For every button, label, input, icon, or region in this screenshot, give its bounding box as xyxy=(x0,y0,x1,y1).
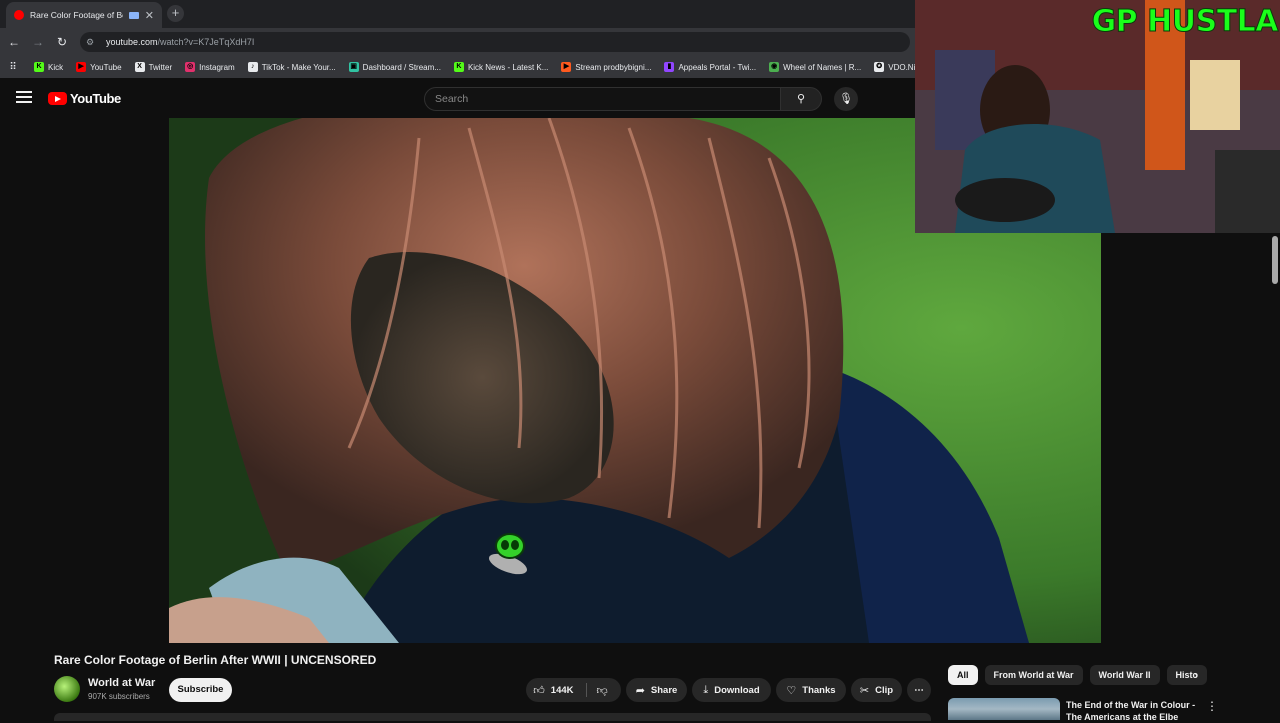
like-count[interactable]: 144K xyxy=(551,685,574,696)
reload-icon[interactable]: ↻ xyxy=(54,34,70,50)
vertical-dots-icon[interactable]: ⋮ xyxy=(1206,699,1218,713)
subscribe-button[interactable]: Subscribe xyxy=(169,678,232,702)
filter-chip[interactable]: World War II xyxy=(1089,665,1160,685)
more-actions-button[interactable]: ⋯ xyxy=(907,678,931,702)
streamer-name: GP HUSTLA xyxy=(1091,4,1279,40)
clip-label: Clip xyxy=(875,684,894,696)
bookmark-label: Stream prodbybigni... xyxy=(575,62,652,72)
download-icon: ⤓ xyxy=(703,683,709,696)
like-dislike-group: 👍︎ 144K 👎︎ xyxy=(526,678,621,702)
bookmark-label: Wheel of Names | R... xyxy=(783,62,862,72)
bookmark-item[interactable]: K Kick News - Latest K... xyxy=(453,62,549,72)
address-bar[interactable]: ⚙ youtube.com/watch?v=K7JeTqXdH7I xyxy=(80,32,910,52)
instagram-icon: ◎ xyxy=(185,62,196,72)
url-path: /watch?v=K7JeTqXdH7I xyxy=(157,37,255,47)
back-arrow-icon[interactable]: ← xyxy=(6,34,22,50)
site-info-icon[interactable]: ⚙ xyxy=(86,37,100,48)
vdo-ninja-icon: ✪ xyxy=(874,62,885,72)
bookmark-item[interactable]: ♪ TikTok - Make Your... xyxy=(247,62,336,72)
search-button[interactable]: ⚲ xyxy=(780,87,822,111)
menu-hamburger-icon[interactable] xyxy=(16,91,32,105)
alien-dj-sticker-icon xyxy=(486,528,534,576)
kick-icon: K xyxy=(34,62,44,72)
microphone-icon: 🎙 xyxy=(839,93,853,105)
bookmark-label: Dashboard / Stream... xyxy=(362,62,441,72)
voice-search-button[interactable]: 🎙 xyxy=(834,87,858,111)
bookmark-label: Appeals Portal - Twi... xyxy=(678,62,757,72)
scissors-icon: ✂ xyxy=(859,684,870,697)
casting-icon xyxy=(128,11,139,19)
filter-chip[interactable]: From World at War xyxy=(984,665,1083,685)
thanks-button[interactable]: ♡ Thanks xyxy=(776,678,846,702)
bookmark-label: Kick News - Latest K... xyxy=(467,62,549,72)
page-scrollbar[interactable] xyxy=(1272,236,1278,284)
thanks-label: Thanks xyxy=(802,684,836,696)
bookmark-item[interactable]: K Kick xyxy=(34,62,63,72)
search-icon: ⚲ xyxy=(796,93,806,105)
x-icon: X xyxy=(134,62,145,72)
url-host: youtube.com xyxy=(106,37,158,47)
filter-chip[interactable]: All xyxy=(948,665,978,685)
bookmark-label: Instagram xyxy=(199,62,235,72)
streamlabs-icon: ▣ xyxy=(348,62,359,72)
new-tab-button[interactable]: + xyxy=(167,5,184,22)
bookmark-item[interactable]: ◎ Instagram xyxy=(185,62,235,72)
video-title: Rare Color Footage of Berlin After WWII … xyxy=(54,653,377,667)
bookmark-item[interactable]: ▣ Dashboard / Stream... xyxy=(348,62,441,72)
tiktok-icon: ♪ xyxy=(247,62,258,72)
tab-title: Rare Color Footage of Berlin xyxy=(30,10,123,20)
forward-arrow-icon[interactable]: → xyxy=(30,34,46,50)
twitch-icon: ▮ xyxy=(664,62,675,72)
kick-icon: K xyxy=(453,62,464,72)
subscriber-count: 907K subscribers xyxy=(88,692,150,701)
share-label: Share xyxy=(650,684,678,696)
share-arrow-icon: ➦ xyxy=(635,684,645,697)
youtube-icon: ▶ xyxy=(76,62,87,72)
channel-avatar[interactable] xyxy=(54,676,80,702)
bookmark-label: YouTube xyxy=(90,62,122,72)
bookmark-item[interactable]: ◉ Wheel of Names | R... xyxy=(769,62,861,72)
thumbs-down-icon[interactable]: 👎︎ xyxy=(597,684,608,697)
filter-chips: All From World at War World War II Histo xyxy=(948,665,1214,685)
youtube-logo[interactable]: YouTube xyxy=(48,91,121,106)
bookmark-label: TikTok - Make Your... xyxy=(261,62,336,72)
youtube-play-icon xyxy=(48,92,67,105)
divider xyxy=(585,683,587,697)
thumbs-up-icon[interactable]: 👍︎ xyxy=(533,684,545,697)
bookmark-item[interactable]: ▶ YouTube xyxy=(76,62,122,72)
download-button[interactable]: ⤓ Download xyxy=(692,678,771,702)
wheel-icon: ◉ xyxy=(769,62,780,72)
youtube-favicon-icon xyxy=(14,10,24,20)
filter-chip[interactable]: Histo xyxy=(1166,665,1208,685)
bookmark-item[interactable]: ▮ Appeals Portal - Twi... xyxy=(664,62,756,72)
stream-icon: ▶ xyxy=(561,62,572,72)
more-dots-icon: ⋯ xyxy=(914,684,924,696)
bookmark-item[interactable]: ▶ Stream prodbybigni... xyxy=(561,62,651,72)
search-input[interactable]: Search xyxy=(424,87,781,111)
webcam-overlay: GP HUSTLA xyxy=(915,0,1280,233)
recommended-video-title[interactable]: The End of the War in Colour - The Ameri… xyxy=(1066,699,1196,723)
bookmark-item[interactable]: X Twitter xyxy=(134,62,173,72)
channel-name[interactable]: World at War xyxy=(88,677,155,689)
browser-tab-active[interactable]: Rare Color Footage of Berlin ✕ xyxy=(6,2,162,28)
youtube-logo-text: YouTube xyxy=(70,91,121,106)
share-button[interactable]: ➦ Share xyxy=(626,678,687,702)
download-label: Download xyxy=(714,684,760,696)
bookmark-label: Kick xyxy=(48,62,64,72)
chevron-right-icon[interactable]: › xyxy=(1194,668,1198,682)
recommended-video-thumbnail[interactable] xyxy=(948,698,1060,720)
thanks-heart-icon: ♡ xyxy=(786,684,797,697)
bookmark-label: Twitter xyxy=(148,62,173,72)
close-tab-icon[interactable]: ✕ xyxy=(145,9,154,22)
apps-grid-icon[interactable]: ⠿ xyxy=(6,62,20,73)
clip-button[interactable]: ✂ Clip xyxy=(851,678,902,702)
